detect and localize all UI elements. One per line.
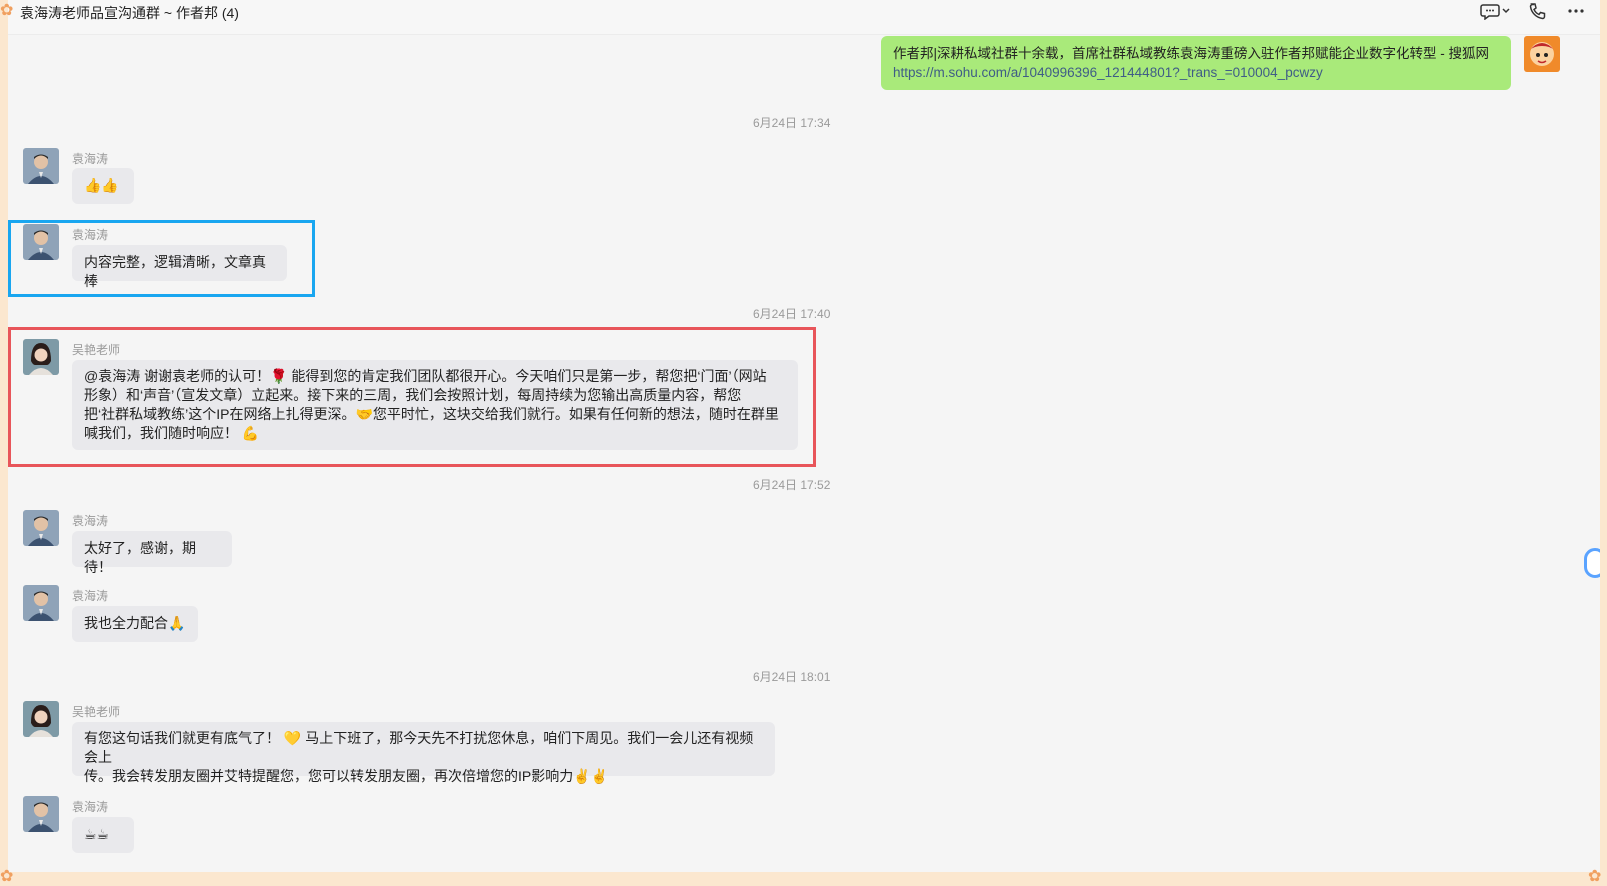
sender-name: 袁海涛 bbox=[72, 800, 109, 814]
avatar-yuan[interactable] bbox=[23, 585, 59, 621]
link-title: 作者邦|深耕私域社群十余载，首席社群私域教练袁海涛重磅入驻作者邦赋能企业数字化转… bbox=[893, 46, 1490, 61]
sender-name: 袁海涛 bbox=[72, 514, 109, 528]
message-bubble[interactable]: 太好了，感谢，期待！ bbox=[72, 531, 232, 575]
timestamp: 6月24日 17:34 bbox=[753, 116, 831, 130]
timestamp: 6月24日 18:01 bbox=[753, 670, 831, 684]
message-bubble[interactable]: 内容完整，逻辑清晰，文章真棒 bbox=[72, 245, 287, 289]
message-line: 传。我会转发朋友圈并艾特提醒您，您可以转发朋友圈，再次倍增您的IP影响力✌️✌️ bbox=[84, 768, 609, 784]
avatar-wu[interactable] bbox=[23, 339, 59, 375]
chat-icon[interactable] bbox=[1480, 2, 1510, 20]
avatar-yuan[interactable] bbox=[23, 796, 59, 832]
message-line: 把‘社群私域教练’这个IP在网络上扎得更深。🤝您平时忙，这块交给我们就行。如果有… bbox=[84, 406, 779, 422]
message-bubble[interactable]: 有您这句话我们就更有底气了！ 💛 马上下班了，那今天先不打扰您休息，咱们下周见。… bbox=[72, 722, 775, 784]
message-line: 有您这句话我们就更有底气了！ 💛 马上下班了，那今天先不打扰您休息，咱们下周见。… bbox=[84, 730, 754, 765]
avatar-yuan[interactable] bbox=[23, 148, 59, 184]
sender-name: 袁海涛 bbox=[72, 228, 109, 242]
title-actions bbox=[1480, 2, 1586, 20]
message-bubble[interactable]: 👍👍 bbox=[72, 168, 134, 204]
timestamp: 6月24日 17:52 bbox=[753, 478, 831, 492]
message-line: 形象）和‘声音’（宣发文章）立起来。接下来的三周，我们会按照计划，每周持续为您输… bbox=[84, 387, 742, 403]
sender-name: 吴艳老师 bbox=[72, 343, 121, 357]
avatar-yuan[interactable] bbox=[23, 224, 59, 260]
side-panel-handle[interactable] bbox=[1584, 548, 1600, 578]
avatar-yuan[interactable] bbox=[23, 510, 59, 546]
phone-icon[interactable] bbox=[1528, 2, 1548, 20]
avatar-wu[interactable] bbox=[23, 701, 59, 737]
avatar-self[interactable] bbox=[1524, 36, 1560, 72]
sender-name: 袁海涛 bbox=[72, 589, 109, 603]
message-list[interactable]: 作者邦|深耕私域社群十余载，首席社群私域教练袁海涛重磅入驻作者邦赋能企业数字化转… bbox=[8, 34, 1600, 872]
flower-icon: ✿ bbox=[1588, 868, 1602, 885]
title-bar: 袁海涛老师品宣沟通群 ~ 作者邦 (4) bbox=[8, 0, 1600, 35]
message-bubble-link[interactable]: 作者邦|深耕私域社群十余载，首席社群私域教练袁海涛重磅入驻作者邦赋能企业数字化转… bbox=[881, 36, 1511, 90]
timestamp: 6月24日 17:40 bbox=[753, 307, 831, 321]
message-bubble[interactable]: 我也全力配合🙏 bbox=[72, 606, 198, 642]
flower-icon: ✿ bbox=[0, 868, 14, 885]
flower-icon: ✿ bbox=[0, 2, 14, 19]
sender-name: 袁海涛 bbox=[72, 152, 109, 166]
message-line: @袁海涛 谢谢袁老师的认可！🌹 能得到您的肯定我们团队都很开心。今天咱们只是第一… bbox=[84, 368, 767, 384]
chat-window: 袁海涛老师品宣沟通群 ~ 作者邦 (4) 作者邦|深耕私域社群十余载，首席社群私… bbox=[8, 0, 1600, 872]
sender-name: 吴艳老师 bbox=[72, 705, 121, 719]
more-icon[interactable] bbox=[1566, 2, 1586, 20]
message-bubble[interactable]: ☕☕ bbox=[72, 817, 134, 853]
link-url[interactable]: https://m.sohu.com/a/1040996396_12144480… bbox=[893, 63, 1499, 82]
message-line: 喊我们，我们随时响应！ 💪 bbox=[84, 425, 260, 441]
message-bubble[interactable]: @袁海涛 谢谢袁老师的认可！🌹 能得到您的肯定我们团队都很开心。今天咱们只是第一… bbox=[72, 360, 798, 450]
group-title: 袁海涛老师品宣沟通群 ~ 作者邦 (4) bbox=[20, 5, 239, 21]
